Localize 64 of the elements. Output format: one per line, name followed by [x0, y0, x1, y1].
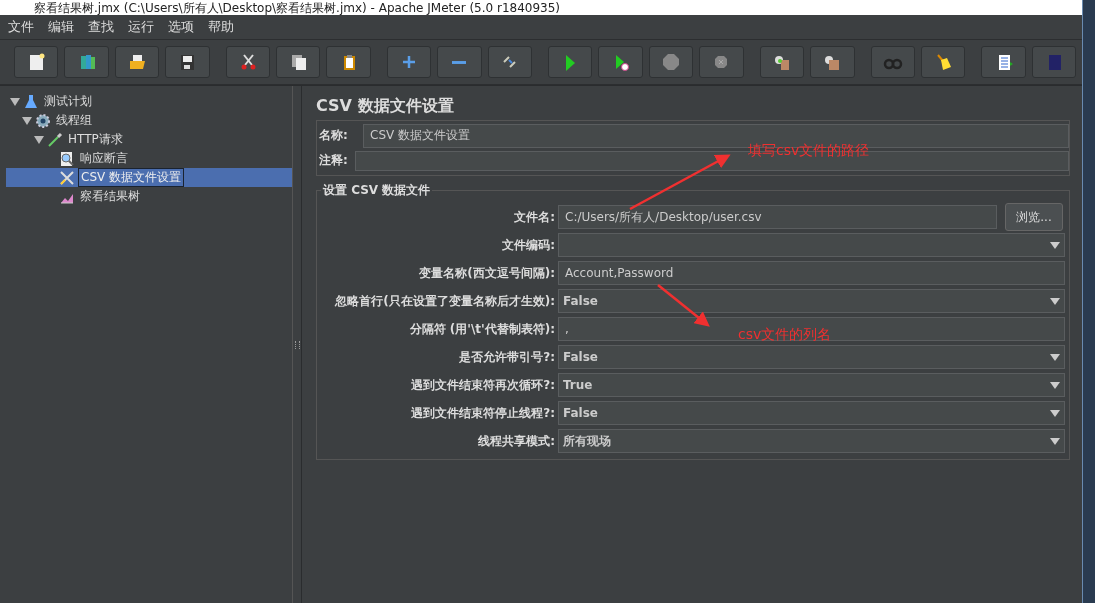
toolbar-button[interactable] — [276, 46, 321, 78]
dropdown[interactable]: False — [558, 345, 1065, 369]
menu-item[interactable]: 帮助 — [206, 16, 236, 38]
menu-item[interactable]: 运行 — [126, 16, 156, 38]
field-label: 名称: — [319, 127, 349, 144]
toolbar-button[interactable] — [326, 46, 371, 78]
toolbar-button[interactable] — [759, 46, 805, 78]
menu-item[interactable]: 编辑 — [46, 16, 76, 38]
field-label: 文件编码: — [501, 236, 556, 254]
menu-item[interactable]: 查找 — [86, 16, 116, 38]
tree-item[interactable]: HTTP请求 — [66, 131, 125, 148]
panel-title: CSV 数据文件设置 — [316, 95, 455, 117]
toolbar-button[interactable] — [64, 46, 109, 78]
toolbar-button[interactable] — [165, 46, 210, 78]
tree-item[interactable]: 线程组 — [54, 112, 94, 129]
field-label: 注释: — [319, 152, 349, 169]
field-label: 是否允许带引号?: — [458, 348, 556, 366]
octagon-icon — [661, 52, 682, 72]
toolbar-button[interactable] — [598, 46, 643, 78]
dropdown-arrow-icon — [1050, 410, 1060, 417]
browse-button[interactable]: 浏览... — [1005, 203, 1063, 231]
minus-icon — [452, 60, 467, 64]
input-field[interactable]: C:/Users/所有人/Desktop/user.csv — [558, 205, 997, 229]
field-label: 遇到文件结束符再次循环?: — [410, 376, 556, 394]
tools-icon — [59, 169, 75, 186]
field-label: 分隔符 (用'\t'代替制表符): — [408, 320, 556, 338]
field-label: 线程共享模式: — [477, 432, 556, 450]
folder-icon — [127, 52, 147, 72]
dropdown-arrow-icon — [1050, 242, 1060, 249]
window-title: 察看结果树.jmx (C:\Users\所有人\Desktop\察看结果树.jmx) - Apache JMeter (5.0 r1840935) — [34, 1, 561, 15]
dropdown[interactable]: True — [558, 373, 1065, 397]
annotation-text: csv文件的列名 — [738, 326, 832, 344]
dropdown-arrow-icon — [1050, 438, 1060, 445]
field-label: 变量名称(西文逗号间隔): — [418, 264, 556, 282]
input-field[interactable]: Account,Password — [558, 261, 1065, 285]
group-title: 设置 CSV 数据文件 — [321, 182, 433, 199]
dropdown[interactable]: 所有现场 — [558, 429, 1065, 453]
pipette-icon — [47, 131, 63, 148]
field-label: 遇到文件结束符停止线程?: — [410, 404, 556, 422]
toolbar-button[interactable] — [225, 46, 271, 78]
toolbar-button[interactable] — [548, 46, 593, 78]
gear-icon — [35, 112, 51, 129]
toolbar-button[interactable] — [981, 46, 1026, 78]
tree-item[interactable]: 察看结果树 — [78, 188, 142, 205]
tree-item[interactable]: 响应断言 — [78, 150, 130, 167]
field-label: 文件名: — [513, 208, 556, 226]
flask-icon — [23, 93, 39, 110]
arrow — [657, 284, 710, 327]
toolbar-button[interactable] — [920, 46, 966, 78]
toolbar-button[interactable] — [114, 46, 160, 78]
menu-item[interactable]: 选项 — [166, 16, 196, 38]
toolbar-button[interactable] — [810, 46, 855, 78]
expand-arrow[interactable] — [34, 135, 44, 144]
dropdown[interactable]: False — [558, 289, 1065, 313]
tree-item[interactable]: CSV 数据文件设置 — [78, 168, 185, 187]
menu-item[interactable]: 文件 — [6, 16, 36, 38]
toolbar-button[interactable] — [14, 46, 59, 78]
dropdown-arrow-icon — [1050, 382, 1060, 389]
tree-item[interactable]: 测试计划 — [42, 93, 94, 110]
dropdown-arrow-icon — [1050, 298, 1060, 305]
dropdown-arrow-icon — [1050, 354, 1060, 361]
magnifier-icon — [59, 150, 75, 167]
field-label: 忽略首行(只在设置了变量名称后才生效): — [333, 292, 556, 310]
dropdown[interactable]: False — [558, 401, 1065, 425]
